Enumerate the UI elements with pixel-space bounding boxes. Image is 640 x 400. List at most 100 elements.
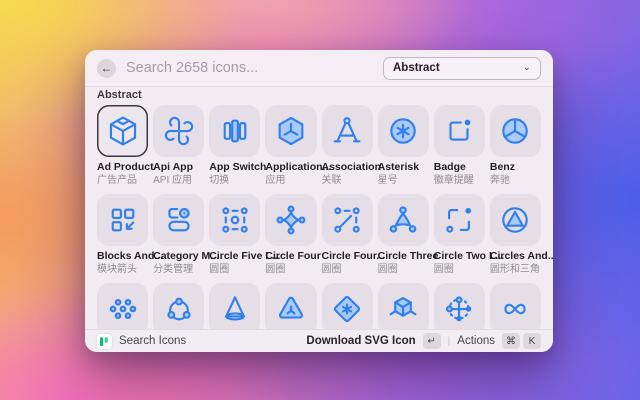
icon-tile-circle-two-line[interactable] [433, 194, 485, 246]
circles-and-triangles-icon [502, 207, 529, 233]
icon-tile-infinity[interactable] [489, 283, 541, 335]
icon-tile-badge[interactable] [433, 105, 485, 157]
icon-tile-ad-product[interactable] [97, 105, 149, 157]
icon-tile-association[interactable] [321, 105, 373, 157]
search-bar: ← Abstract ⌄ [85, 50, 553, 87]
cube-axes-icon [389, 296, 417, 317]
icon-cell-dots-seven [97, 283, 149, 335]
badge-icon [449, 119, 471, 141]
icon-tile-application[interactable] [265, 105, 317, 157]
actions-button[interactable]: Actions [457, 335, 495, 347]
cross-ring-dots-icon [446, 296, 472, 322]
icon-cell-triangle-round [265, 283, 317, 335]
blocks-and-arrows-icon [111, 208, 134, 232]
icon-tile-circle-five-line[interactable] [209, 194, 261, 246]
cmd-key-icon[interactable]: ⌘ [502, 333, 520, 349]
icon-tile-diamond-asterisk[interactable] [321, 283, 373, 335]
icon-tile-cross-ring-dots[interactable] [433, 283, 485, 335]
icon-label: Circles And... [489, 250, 553, 262]
icon-label-zh: 分类管理 [153, 264, 194, 275]
icon-cell-circle-four: Circle Four 圆圈 [265, 194, 321, 276]
chevron-down-icon: ⌄ [522, 62, 531, 73]
application-icon [278, 116, 304, 146]
icon-tile-cube-axes[interactable] [377, 283, 429, 335]
icon-tile-circles-and-triangles[interactable] [489, 194, 541, 246]
icon-tile-triangle-round[interactable] [265, 283, 317, 335]
icon-cell-circle-three-nodes [153, 283, 205, 335]
icon-label-zh: 切换 [209, 175, 230, 186]
icon-label-zh: 星号 [377, 175, 398, 186]
icon-label: Api App [153, 161, 193, 173]
footer-divider: | [447, 335, 451, 347]
icon-label-zh: 奔驰 [489, 175, 510, 186]
enter-key-icon[interactable]: ↵ [422, 333, 441, 349]
icon-label: App Switch [209, 161, 267, 173]
icon-label-zh: 圆圈 [265, 264, 286, 275]
icon-tile-circle-four[interactable] [265, 194, 317, 246]
icon-label: Circle Three [377, 250, 439, 262]
circle-five-line-icon [222, 207, 248, 233]
icon-tile-circle-three[interactable] [377, 194, 429, 246]
cone-icon [224, 296, 245, 321]
icon-cell-badge: Badge 徽章提醒 [433, 105, 485, 187]
icon-grid: Ad Product 广告产品 Api App API 应用 App Switch 切换 A… [97, 105, 553, 335]
icon-tile-category-management[interactable] [153, 194, 205, 246]
icon-label-zh: 应用 [265, 175, 286, 186]
icon-label: Circle Two L... [433, 250, 505, 262]
back-button[interactable]: ← [97, 58, 116, 78]
benz-icon [502, 118, 529, 144]
icon-tile-benz[interactable] [489, 105, 541, 157]
category-dropdown[interactable]: Abstract ⌄ [383, 56, 541, 80]
icon-cell-circle-five-line: Circle Five L... 圆圈 [209, 194, 281, 276]
icon-tile-api-app[interactable] [153, 105, 205, 157]
icon-tile-app-switch[interactable] [209, 105, 261, 157]
back-arrow-icon: ← [100, 60, 113, 75]
circle-two-line-icon [446, 207, 472, 233]
triangle-round-icon [278, 296, 303, 319]
icon-cell-circle-three: Circle Three 圆圈 [377, 194, 439, 276]
icon-tile-circle-four-line[interactable] [321, 194, 373, 246]
icon-cell-cube-axes [377, 283, 429, 335]
section-header: Abstract [97, 89, 142, 101]
icon-cell-circle-four-line: Circle Four... 圆圈 [321, 194, 385, 276]
icon-label-zh: 关联 [321, 175, 342, 186]
icon-cell-cone [209, 283, 261, 335]
icon-cell-category-management: Category M... 分类管理 [153, 194, 219, 276]
icon-label-zh: 圆圈 [209, 264, 230, 275]
asterisk-icon [390, 118, 416, 144]
circle-three-nodes-icon [167, 297, 191, 321]
app-name-label: Search Icons [119, 335, 187, 347]
association-icon [333, 117, 361, 143]
icon-label: Circle Five L... [209, 250, 281, 262]
category-dropdown-value: Abstract [393, 62, 440, 74]
icon-label: Asterisk [377, 161, 420, 173]
icon-tile-blocks-and-arrows[interactable] [97, 194, 149, 246]
icon-label: Benz [489, 161, 515, 173]
icon-cell-application: Application... 应用 [265, 105, 332, 187]
icon-label-zh: 圆圈 [433, 264, 454, 275]
desktop-background: ← Abstract ⌄ Abstract Ad Product 广告产品 Api … [0, 0, 640, 400]
icon-cell-benz: Benz 奔驰 [489, 105, 541, 187]
action-bar: Search Icons Download SVG Icon ↵ | Actio… [85, 329, 553, 352]
download-svg-button[interactable]: Download SVG Icon [306, 335, 415, 347]
icon-cell-infinity [489, 283, 541, 335]
icon-tile-cone[interactable] [209, 283, 261, 335]
icon-tile-dots-seven[interactable] [97, 283, 149, 335]
icon-cell-asterisk: Asterisk 星号 [377, 105, 429, 187]
icon-label: Application... [265, 161, 332, 173]
app-logo-icon [97, 333, 112, 349]
icon-label: Blocks And... [97, 250, 164, 262]
icon-cell-diamond-asterisk [321, 283, 373, 335]
icon-label: Circle Four [265, 250, 321, 262]
icon-cell-cross-ring-dots [433, 283, 485, 335]
search-input[interactable] [126, 60, 373, 76]
k-key-icon[interactable]: K [523, 333, 541, 349]
icon-tile-circle-three-nodes[interactable] [153, 283, 205, 335]
app-switch-icon [223, 119, 247, 143]
diamond-asterisk-icon [334, 295, 361, 323]
api-app-icon [164, 116, 193, 146]
icon-tile-asterisk[interactable] [377, 105, 429, 157]
icon-cell-circles-and-triangles: Circles And... 圆形和三角 [489, 194, 553, 276]
icon-cell-ad-product: Ad Product 广告产品 [97, 105, 154, 187]
category-management-icon [168, 207, 190, 232]
